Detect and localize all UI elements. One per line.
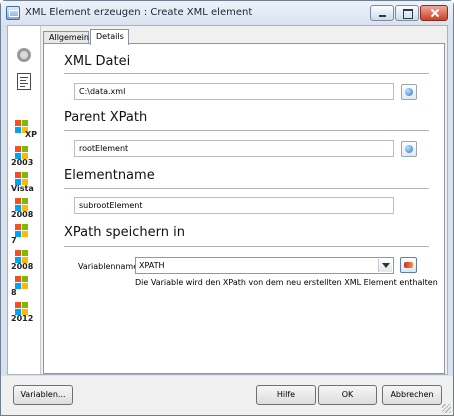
os-label: XP bbox=[25, 130, 38, 139]
os-label: 2003 bbox=[11, 158, 34, 167]
os-label: 8 bbox=[11, 288, 17, 297]
sidebar: XP 2003 Vista 2008 7 2008 8 2012 bbox=[8, 26, 41, 374]
os-label: 7 bbox=[11, 236, 17, 245]
windows-logo-icon bbox=[15, 276, 29, 289]
tab-details[interactable]: Details bbox=[90, 29, 129, 45]
document-icon bbox=[17, 73, 31, 90]
variables-button[interactable]: Variablen... bbox=[13, 385, 73, 405]
dialog-footer: Variablen... Hilfe OK Abbrechen bbox=[1, 376, 453, 415]
section-divider bbox=[64, 130, 429, 131]
section-divider bbox=[64, 246, 429, 247]
sidebar-os-item[interactable]: 7 bbox=[11, 222, 37, 248]
sidebar-os-item[interactable]: 8 bbox=[11, 274, 37, 300]
sidebar-os-item[interactable]: 2008 bbox=[11, 248, 37, 274]
os-label: Vista bbox=[11, 184, 34, 193]
window-title: XML Element erzeugen : Create XML elemen… bbox=[25, 7, 253, 18]
section-title-elementname: Elementname bbox=[64, 168, 155, 183]
browse-icon[interactable] bbox=[401, 141, 417, 157]
variable-name-value: XPATH bbox=[139, 261, 165, 270]
section-title-xml-datei: XML Datei bbox=[64, 54, 131, 69]
sidebar-os-item[interactable]: 2003 bbox=[11, 144, 37, 170]
close-button[interactable] bbox=[420, 5, 448, 21]
sidebar-item-details[interactable] bbox=[11, 69, 37, 95]
xml-file-input[interactable]: C:\data.xml bbox=[74, 83, 394, 100]
dialog-content: XP 2003 Vista 2008 7 2008 8 2012 Allgemein Deta… bbox=[7, 25, 448, 375]
section-title-parent-xpath: Parent XPath bbox=[64, 110, 148, 125]
cancel-button[interactable]: Abbrechen bbox=[382, 385, 442, 405]
os-label: 2008 bbox=[11, 210, 34, 219]
parent-xpath-input[interactable]: rootElement bbox=[74, 140, 394, 157]
maximize-button[interactable] bbox=[395, 5, 419, 21]
help-button[interactable]: Hilfe bbox=[256, 385, 316, 405]
resize-grip[interactable] bbox=[442, 404, 451, 413]
tab-label: Allgemein bbox=[49, 33, 89, 42]
ok-button[interactable]: OK bbox=[318, 385, 377, 405]
section-divider bbox=[64, 73, 429, 74]
browse-icon[interactable] bbox=[401, 84, 417, 100]
sidebar-os-item[interactable]: Vista bbox=[11, 170, 37, 196]
variable-name-label: Variablenname bbox=[78, 262, 139, 271]
sidebar-os-item[interactable]: 2012 bbox=[11, 300, 37, 326]
os-label: 2008 bbox=[11, 262, 34, 271]
windows-logo-icon bbox=[15, 224, 29, 237]
minimize-button[interactable] bbox=[370, 5, 394, 21]
variable-hint: Die Variable wird den XPath von dem neu … bbox=[135, 278, 438, 287]
element-name-input[interactable]: subrootElement bbox=[74, 197, 394, 214]
xml-app-icon bbox=[6, 6, 20, 20]
title-bar[interactable]: XML Element erzeugen : Create XML elemen… bbox=[1, 1, 453, 25]
section-divider bbox=[64, 188, 429, 189]
circle-icon bbox=[17, 48, 31, 62]
sidebar-os-item[interactable]: 2008 bbox=[11, 196, 37, 222]
os-label: 2012 bbox=[11, 314, 34, 323]
details-panel: XML Datei C:\data.xml Parent XPath rootE… bbox=[43, 43, 445, 374]
sidebar-item-general[interactable] bbox=[11, 43, 37, 69]
section-title-xpath-speichern: XPath speichern in bbox=[64, 225, 185, 240]
tab-label: Details bbox=[96, 32, 124, 41]
variable-name-select[interactable]: XPATH bbox=[135, 257, 394, 274]
dialog-window: XML Element erzeugen : Create XML elemen… bbox=[0, 0, 454, 416]
variables-icon[interactable] bbox=[400, 257, 417, 273]
chevron-down-icon[interactable] bbox=[378, 259, 392, 272]
sidebar-os-item[interactable]: XP bbox=[11, 118, 37, 144]
